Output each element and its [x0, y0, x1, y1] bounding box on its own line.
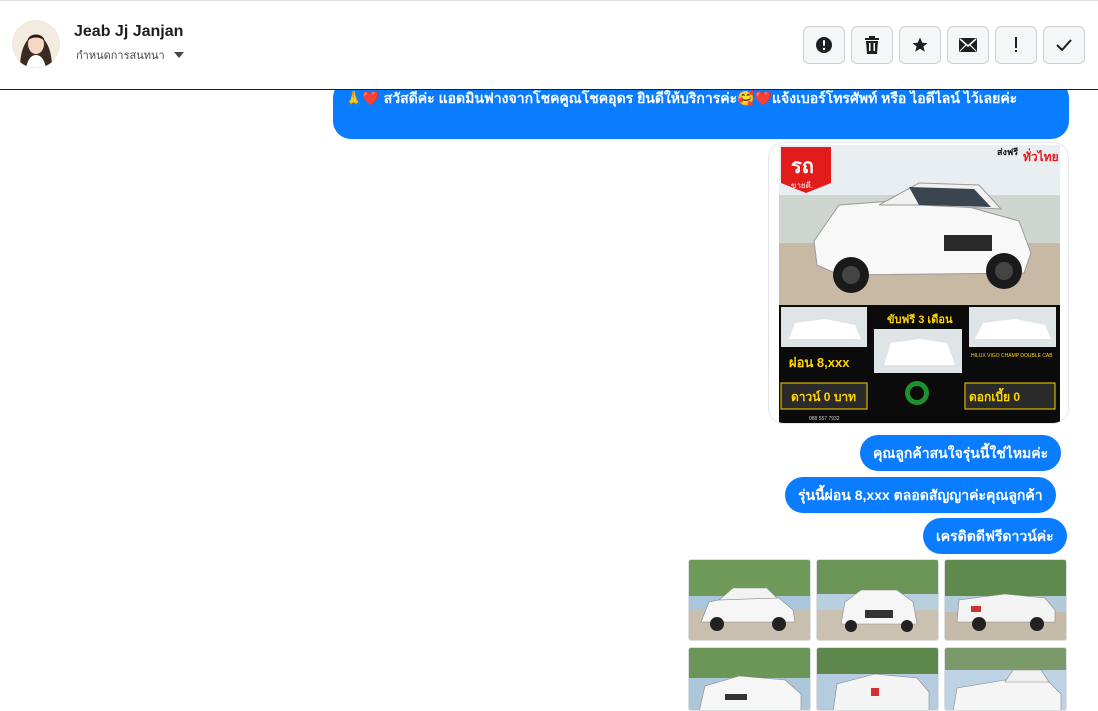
photo-thumbnail-1[interactable]: [688, 559, 811, 641]
photo-thumbnail-3[interactable]: [944, 559, 1067, 641]
delete-button[interactable]: [851, 26, 893, 64]
message-bubble-greeting[interactable]: 🙏❤️ สวัสดีค่ะ แอดมินฟางจากโชคคูณโชคอุดร …: [333, 90, 1069, 139]
message-thread[interactable]: 🙏❤️ สวัสดีค่ะ แอดมินฟางจากโชคคูณโชคอุดร …: [0, 90, 1098, 711]
mark-unread-button[interactable]: [947, 26, 989, 64]
promo-model: HILUX VIGO CHAMP DOUBLE CAB: [971, 353, 1053, 359]
promo-interest: ดอกเบี้ย 0: [969, 387, 1020, 404]
photo-thumbnail-4[interactable]: [688, 647, 811, 711]
message-bubble-installment[interactable]: รุ่นนี้ผ่อน 8,xxx ตลอดสัญญาค่ะคุณลูกค้า: [785, 477, 1056, 513]
promo-down: ดาวน์ 0 บาท: [791, 390, 856, 404]
truck-photo: [817, 648, 938, 710]
assign-label: กำหนดการสนทนา: [76, 50, 165, 62]
photo-thumbnail-2[interactable]: [816, 559, 939, 641]
promo-image: รถ ขายดี. ส่งฟรี ทั่วไทย ขับฟรี 3 เดือน …: [769, 143, 1068, 423]
alert-circle-icon: [816, 37, 832, 53]
star-button[interactable]: [899, 26, 941, 64]
promo-phone: 088 557 7932: [809, 416, 840, 422]
message-bubble-credit[interactable]: เครดิตดีฟรีดาวน์ค่ะ: [923, 518, 1067, 554]
contact-name[interactable]: Jeab Jj Janjan: [74, 23, 183, 41]
check-icon: [1056, 39, 1072, 51]
follow-up-button[interactable]: [995, 26, 1037, 64]
photo-thumbnail-6[interactable]: [944, 647, 1067, 711]
truck-photo: [689, 560, 810, 640]
message-bubble-ask-interest[interactable]: คุณลูกค้าสนใจรุ่นนี้ใช่ไหมค่ะ: [860, 435, 1062, 471]
action-toolbar: [803, 26, 1085, 64]
trash-icon: [865, 36, 879, 54]
mark-done-button[interactable]: [1043, 26, 1085, 64]
star-icon: [912, 37, 928, 52]
message-text: รุ่นนี้ผ่อน 8,xxx ตลอดสัญญาค่ะคุณลูกค้า: [798, 486, 1043, 503]
truck-photo: [945, 560, 1066, 640]
promo-brand: รถ: [791, 156, 814, 178]
mark-spam-button[interactable]: [803, 26, 845, 64]
message-text: 🙏❤️ สวัสดีค่ะ แอดมินฟางจากโชคคูณโชคอุดร …: [345, 90, 1018, 106]
promo-drive-free: ขับฟรี 3 เดือน: [887, 313, 953, 326]
exclamation-icon: [1015, 37, 1017, 52]
promo-brand-sub: ขายดี.: [791, 181, 813, 190]
conversation-header: Jeab Jj Janjan กำหนดการสนทนา: [0, 1, 1098, 90]
avatar[interactable]: [12, 20, 60, 68]
promo-installment: ผ่อน 8,xxx: [789, 355, 850, 370]
message-text: เครดิตดีฟรีดาวน์ค่ะ: [936, 527, 1054, 544]
envelope-icon: [959, 38, 977, 52]
photo-thumbnail-5[interactable]: [816, 647, 939, 711]
message-image-promo[interactable]: รถ ขายดี. ส่งฟรี ทั่วไทย ขับฟรี 3 เดือน …: [768, 142, 1069, 424]
assign-conversation-dropdown[interactable]: กำหนดการสนทนา: [76, 46, 184, 64]
promo-free-shipping: ส่งฟรี: [997, 147, 1018, 157]
truck-photo: [945, 648, 1066, 710]
truck-photo: [817, 560, 938, 640]
promo-nationwide: ทั่วไทย: [1023, 148, 1059, 164]
caret-down-icon: [173, 52, 184, 58]
message-text: คุณลูกค้าสนใจรุ่นนี้ใช่ไหมค่ะ: [873, 444, 1049, 461]
truck-photo: [689, 648, 810, 710]
